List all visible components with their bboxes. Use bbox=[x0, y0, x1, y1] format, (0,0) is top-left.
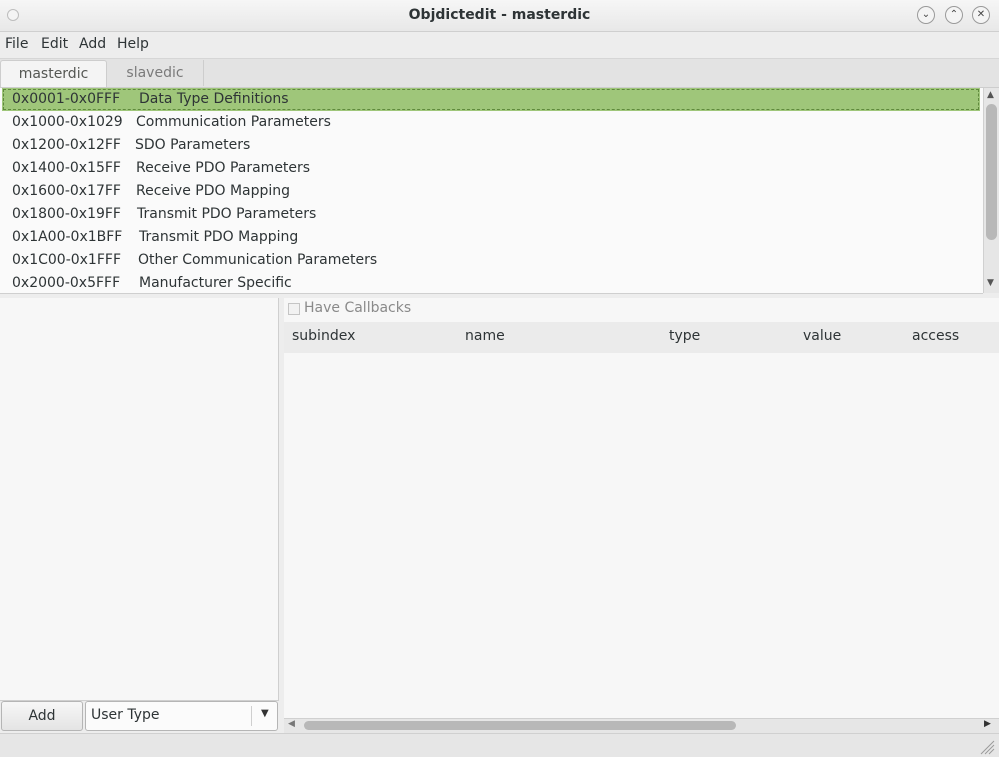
index-description: Receive PDO Parameters bbox=[136, 160, 311, 176]
checkbox-label: Have Callbacks bbox=[304, 300, 412, 316]
menu-bar: File Edit Add Help bbox=[0, 32, 999, 59]
menu-edit[interactable]: Edit bbox=[41, 36, 68, 52]
minimize-icon[interactable]: ⌄ bbox=[917, 6, 935, 24]
document-tabs: masterdic slavedic bbox=[0, 59, 999, 88]
index-description: Other Communication Parameters bbox=[138, 252, 378, 268]
select-divider bbox=[251, 706, 252, 726]
index-range: 0x1400-0x15FF bbox=[12, 160, 121, 176]
index-description: Manufacturer Specific bbox=[139, 275, 292, 291]
list-item[interactable]: 0x1C00-0x1FFF Other Communication Parame… bbox=[0, 249, 983, 272]
list-item[interactable]: 0x1800-0x19FF Transmit PDO Parameters bbox=[0, 203, 983, 226]
scroll-left-icon[interactable]: ◀ bbox=[288, 719, 295, 729]
scroll-down-icon[interactable]: ▼ bbox=[987, 278, 994, 288]
list-item[interactable]: 0x2000-0x5FFF Manufacturer Specific bbox=[0, 272, 983, 293]
index-range: 0x2000-0x5FFF bbox=[12, 275, 121, 291]
list-item[interactable]: 0x1200-0x12FF SDO Parameters bbox=[0, 134, 983, 157]
scrollbar-thumb[interactable] bbox=[304, 721, 736, 730]
close-icon[interactable]: ✕ bbox=[972, 6, 990, 24]
list-item[interactable]: 0x1000-0x1029 Communication Parameters bbox=[0, 111, 983, 134]
index-range: 0x1200-0x12FF bbox=[12, 137, 121, 153]
application-window: Objdictedit - masterdic ⌄ ⌃ ✕ File Edit … bbox=[0, 0, 999, 757]
chevron-down-icon[interactable]: ▼ bbox=[261, 708, 269, 719]
subindex-grid[interactable] bbox=[284, 353, 999, 718]
add-button[interactable]: Add bbox=[1, 701, 83, 731]
column-header-type[interactable]: type bbox=[669, 328, 700, 344]
index-range: 0x1800-0x19FF bbox=[12, 206, 121, 222]
index-description: Communication Parameters bbox=[136, 114, 331, 130]
scroll-up-icon[interactable]: ▲ bbox=[987, 90, 994, 100]
index-entries-panel[interactable] bbox=[0, 298, 279, 701]
maximize-icon[interactable]: ⌃ bbox=[945, 6, 963, 24]
scrollbar-thumb[interactable] bbox=[986, 104, 997, 240]
type-select-value: User Type bbox=[91, 707, 160, 723]
index-range: 0x1600-0x17FF bbox=[12, 183, 121, 199]
list-item[interactable]: 0x1600-0x17FF Receive PDO Mapping bbox=[0, 180, 983, 203]
checkbox-box[interactable] bbox=[288, 303, 300, 315]
resize-grip-icon[interactable] bbox=[977, 737, 995, 755]
column-header-subindex[interactable]: subindex bbox=[292, 328, 355, 344]
menu-add[interactable]: Add bbox=[79, 36, 106, 52]
tab-slavedic[interactable]: slavedic bbox=[107, 60, 204, 86]
index-description: Transmit PDO Parameters bbox=[137, 206, 317, 222]
grid-header: subindex name type value access bbox=[284, 322, 999, 353]
list-item[interactable]: 0x0001-0x0FFF Data Type Definitions bbox=[2, 88, 980, 111]
index-range: 0x1A00-0x1BFF bbox=[12, 229, 123, 245]
window-title: Objdictedit - masterdic bbox=[408, 7, 591, 23]
index-range-list: 0x0001-0x0FFF Data Type Definitions 0x10… bbox=[0, 88, 983, 294]
title-bar[interactable]: Objdictedit - masterdic ⌄ ⌃ ✕ bbox=[0, 0, 999, 32]
index-description: Receive PDO Mapping bbox=[136, 183, 291, 199]
index-description: Transmit PDO Mapping bbox=[139, 229, 299, 245]
column-header-access[interactable]: access bbox=[912, 328, 959, 344]
column-header-name[interactable]: name bbox=[465, 328, 505, 344]
type-select[interactable]: User Type ▼ bbox=[85, 701, 278, 731]
menu-file[interactable]: File bbox=[5, 36, 28, 52]
menu-help[interactable]: Help bbox=[117, 36, 149, 52]
grid-horizontal-scrollbar[interactable]: ◀ ▶ bbox=[284, 718, 999, 733]
index-range: 0x1000-0x1029 bbox=[12, 114, 123, 130]
index-range: 0x0001-0x0FFF bbox=[12, 91, 121, 107]
index-range: 0x1C00-0x1FFF bbox=[12, 252, 121, 268]
index-list-scrollbar[interactable]: ▲ ▼ bbox=[983, 88, 999, 293]
column-header-value[interactable]: value bbox=[803, 328, 841, 344]
list-item[interactable]: 0x1400-0x15FF Receive PDO Parameters bbox=[0, 157, 983, 180]
scroll-right-icon[interactable]: ▶ bbox=[984, 719, 991, 729]
tab-masterdic[interactable]: masterdic bbox=[0, 60, 107, 87]
index-description: Data Type Definitions bbox=[139, 91, 289, 107]
index-description: SDO Parameters bbox=[135, 137, 251, 153]
list-item[interactable]: 0x1A00-0x1BFF Transmit PDO Mapping bbox=[0, 226, 983, 249]
status-bar bbox=[0, 733, 999, 757]
